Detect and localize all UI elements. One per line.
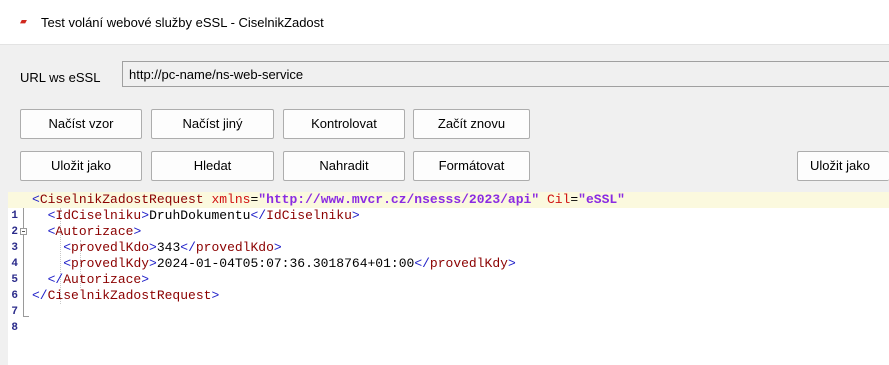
code-line: 1 <CiselnikZadostRequest xmlns="http://w…: [8, 192, 889, 222]
validate-button[interactable]: Kontrolovat: [283, 109, 405, 139]
code-line: 7 </CiselnikZadostRequest>: [8, 288, 889, 318]
start-over-button[interactable]: Začít znovu: [413, 109, 530, 139]
replace-button[interactable]: Nahradit: [283, 151, 405, 181]
code-text: </Autorizace>: [47, 272, 150, 287]
code-text: <Autorizace>: [47, 224, 142, 239]
save-as-button[interactable]: Uložit jako: [20, 151, 142, 181]
url-input[interactable]: [122, 61, 889, 87]
title-bar: ▰ Test volání webové služby eSSL - Cisel…: [0, 0, 889, 45]
code-line: 5 <provedlKdy>2024-01-04T05:07:36.301876…: [8, 256, 889, 286]
code-text: <provedlKdy>2024-01-04T05:07:36.3018764+…: [63, 256, 516, 271]
code-line: 8: [8, 304, 889, 334]
code-text: <IdCiselniku>DruhDokumentu</IdCiselniku>: [47, 208, 360, 223]
code-line: 2 <IdCiselniku>DruhDokumentu</IdCiselnik…: [8, 208, 889, 238]
code-text: <CiselnikZadostRequest xmlns="http://www…: [32, 192, 625, 207]
code-line: 6 </Autorizace>: [8, 272, 889, 302]
line-number: 8: [11, 322, 18, 334]
load-other-button[interactable]: Načíst jiný: [151, 109, 274, 139]
url-label: URL ws eSSL: [20, 70, 101, 85]
code-text: </CiselnikZadostRequest>: [32, 288, 220, 303]
save-as-right-button[interactable]: Uložit jako: [797, 151, 889, 181]
code-line: 4 <provedlKdo>343</provedlKdo>: [8, 240, 889, 270]
code-line: 3 <Autorizace>: [8, 224, 889, 254]
app-logo-icon: ▰: [20, 16, 27, 26]
window-title: Test volání webové služby eSSL - Ciselni…: [41, 15, 324, 30]
format-button[interactable]: Formátovat: [413, 151, 530, 181]
find-button[interactable]: Hledat: [151, 151, 274, 181]
load-sample-button[interactable]: Načíst vzor: [20, 109, 142, 139]
code-text: <provedlKdo>343</provedlKdo>: [63, 240, 282, 255]
xml-editor[interactable]: 1 <CiselnikZadostRequest xmlns="http://w…: [8, 192, 889, 365]
